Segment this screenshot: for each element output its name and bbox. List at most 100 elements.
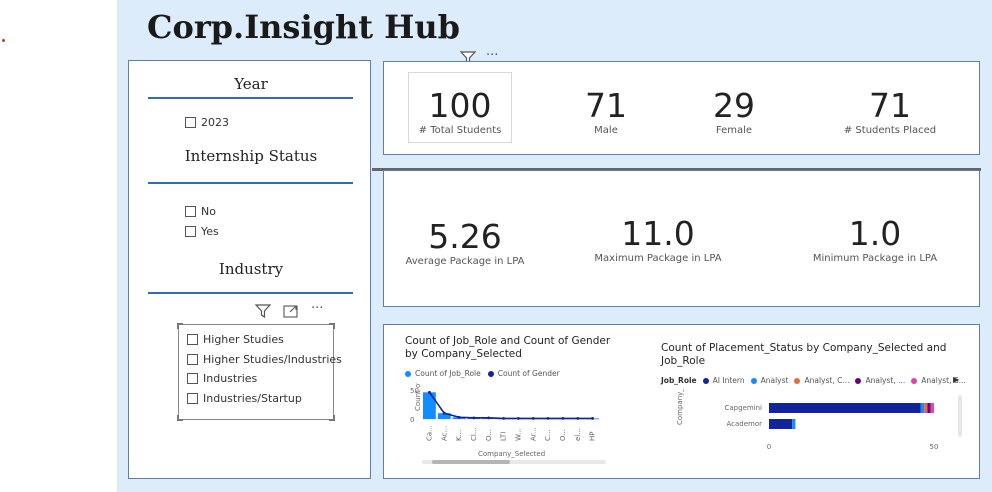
x-tick-label: 0 bbox=[767, 443, 771, 451]
resize-handle[interactable] bbox=[329, 323, 335, 329]
line-point bbox=[502, 417, 505, 420]
year-option-2023[interactable]: 2023 bbox=[185, 116, 229, 129]
legend-title: Job_Role bbox=[661, 376, 697, 385]
line-point bbox=[576, 417, 580, 420]
filter-icon[interactable] bbox=[254, 304, 272, 322]
internship-divider bbox=[148, 182, 353, 184]
x-tick-label: W... bbox=[514, 428, 522, 441]
stacked-bar-chart[interactable]: Company_S... Capgemini Academor 0 50 bbox=[654, 389, 974, 475]
line-point bbox=[472, 416, 476, 420]
kpi-value: 5.26 bbox=[428, 217, 502, 256]
report-page: Corp.Insight Hub Year 2023 Internship St… bbox=[0, 0, 992, 492]
legend-label: Analyst, C... bbox=[804, 376, 850, 385]
y-axis-title: Company_S... bbox=[676, 389, 684, 425]
charts-panel: Count of Job_Role and Count of Gender by… bbox=[383, 324, 980, 479]
line-point bbox=[442, 411, 446, 415]
bar bbox=[423, 392, 436, 419]
chart2-title: Count of Placement_Status by Company_Sel… bbox=[661, 342, 947, 367]
checkbox[interactable] bbox=[185, 206, 196, 217]
internship-option-no[interactable]: No bbox=[185, 205, 216, 218]
chart1-legend: Count of Job_Role Count of Gender bbox=[405, 369, 560, 378]
internship-option-yes[interactable]: Yes bbox=[185, 225, 219, 238]
industry-option-higher-studies-industries[interactable]: Higher Studies/Industries bbox=[187, 353, 342, 366]
line-point bbox=[531, 417, 535, 420]
legend-marker bbox=[750, 377, 757, 384]
resize-handle[interactable] bbox=[177, 415, 183, 421]
x-tick-label: C... bbox=[544, 429, 552, 441]
bar-segment bbox=[930, 403, 934, 413]
kpi-label: Minimum Package in LPA bbox=[812, 253, 938, 264]
line-point bbox=[546, 417, 550, 420]
checkbox[interactable] bbox=[187, 334, 198, 345]
legend-label: Count of Job_Role bbox=[415, 369, 481, 378]
y-tick-label: Academor bbox=[726, 420, 762, 428]
industry-option-industries-startup[interactable]: Industries/Startup bbox=[187, 392, 302, 405]
legend-marker bbox=[794, 377, 801, 384]
industry-slicer-header: Industry bbox=[218, 260, 284, 278]
line-point bbox=[487, 416, 491, 420]
x-tick-label: Cl... bbox=[470, 427, 478, 441]
focus-mode-icon[interactable] bbox=[283, 304, 299, 322]
legend-marker bbox=[911, 377, 918, 384]
x-tick-label: O... bbox=[559, 429, 567, 441]
kpi-value: 71 bbox=[869, 86, 911, 125]
kpi-label: # Students Placed bbox=[843, 125, 937, 136]
checkbox[interactable] bbox=[187, 373, 198, 384]
kpi-value: 11.0 bbox=[621, 214, 695, 253]
legend-marker bbox=[405, 370, 411, 377]
kpi-female[interactable]: 29 Female bbox=[669, 86, 799, 136]
resize-handle[interactable] bbox=[329, 415, 335, 421]
kpi-value: 1.0 bbox=[848, 214, 902, 253]
line-point bbox=[561, 417, 565, 420]
bar-segment bbox=[769, 419, 793, 429]
scrollbar-thumb bbox=[432, 460, 510, 464]
checkbox[interactable] bbox=[185, 226, 196, 237]
x-tick-label: el... bbox=[574, 428, 582, 441]
x-tick-label: 50 bbox=[930, 443, 939, 451]
kpi-label: Average Package in LPA bbox=[405, 256, 525, 267]
x-tick-label: LTI bbox=[500, 432, 508, 441]
x-tick-label: Ar... bbox=[529, 427, 537, 441]
kpi-maximum-package[interactable]: 11.0 Maximum Package in LPA bbox=[593, 214, 723, 264]
kpi-male[interactable]: 71 Male bbox=[541, 86, 671, 136]
checkbox[interactable] bbox=[187, 354, 198, 365]
y-tick-label: Capgemini bbox=[724, 404, 762, 412]
combo-chart[interactable]: Count of ...500Ca... Ac... K... Cl... O... LT… bbox=[398, 383, 628, 467]
kpi-students-placed[interactable]: 71 # Students Placed bbox=[825, 86, 955, 136]
x-tick-label: Ac... bbox=[440, 426, 448, 441]
kpi-value: 29 bbox=[713, 86, 755, 125]
line-point bbox=[591, 417, 594, 420]
kpi-label: Maximum Package in LPA bbox=[594, 253, 722, 264]
kpi-minimum-package[interactable]: 1.0 Minimum Package in LPA bbox=[810, 214, 940, 264]
page-title: Corp.Insight Hub bbox=[147, 8, 461, 46]
industry-option-higher-studies[interactable]: Higher Studies bbox=[187, 333, 284, 346]
more-options-icon[interactable]: ··· bbox=[311, 302, 323, 322]
legend-label: Count of Gender bbox=[497, 369, 560, 378]
kpi-total-students[interactable]: 100 # Total Students bbox=[395, 86, 525, 136]
kpi-label: Male bbox=[594, 125, 618, 136]
kpi-average-package[interactable]: 5.26 Average Package in LPA bbox=[400, 217, 530, 267]
package-cards-panel: 5.26 Average Package in LPA 11.0 Maximum… bbox=[383, 170, 980, 307]
x-tick-label: HP bbox=[589, 432, 597, 442]
legend-marker bbox=[855, 377, 862, 384]
legend-label: Analyst bbox=[760, 376, 789, 385]
x-tick-label: O... bbox=[485, 429, 493, 441]
legend-marker bbox=[702, 377, 709, 384]
resize-handle[interactable] bbox=[177, 323, 183, 329]
kpi-value: 71 bbox=[585, 86, 627, 125]
kpi-value: 100 bbox=[428, 86, 492, 125]
industry-option-industries[interactable]: Industries bbox=[187, 372, 257, 385]
y-tick-label: 50 bbox=[410, 387, 419, 395]
industry-divider bbox=[148, 292, 353, 294]
slicer-visual-header: ··· bbox=[254, 302, 323, 322]
checkbox[interactable] bbox=[187, 393, 198, 404]
page-marker bbox=[2, 39, 5, 42]
bar-segment bbox=[927, 403, 931, 413]
x-tick-label: K... bbox=[455, 430, 463, 441]
kpi-label: # Total Students bbox=[418, 125, 502, 136]
bar-segment bbox=[924, 403, 928, 413]
legend-label: AI Intern bbox=[712, 376, 745, 385]
legend-next-icon[interactable]: ▶ bbox=[953, 375, 959, 384]
legend-label: Analyst, ... bbox=[865, 376, 906, 385]
checkbox[interactable] bbox=[185, 117, 196, 128]
